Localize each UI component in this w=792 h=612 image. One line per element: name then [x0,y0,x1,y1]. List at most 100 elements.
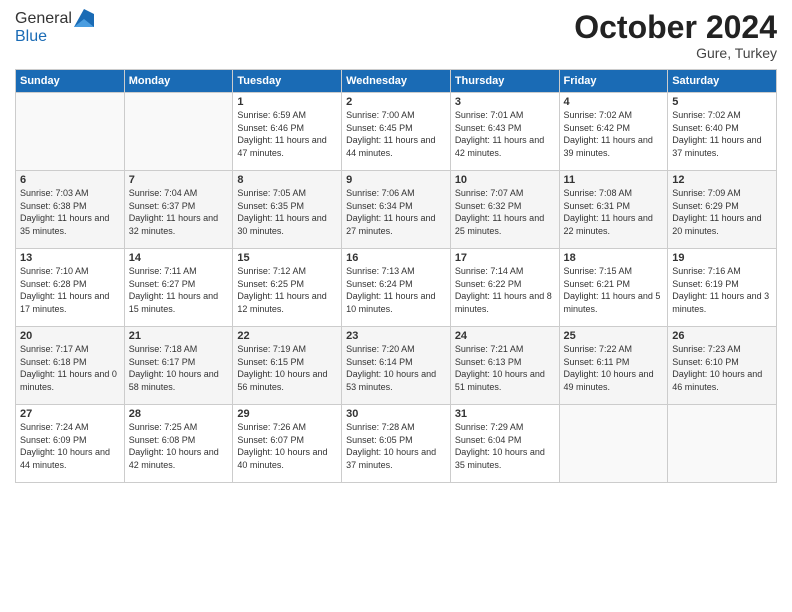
table-row: 5Sunrise: 7:02 AM Sunset: 6:40 PM Daylig… [668,93,777,171]
table-row: 23Sunrise: 7:20 AM Sunset: 6:14 PM Dayli… [342,327,451,405]
month-title: October 2024 [574,10,777,45]
day-number: 14 [129,252,229,264]
day-number: 31 [455,408,555,420]
day-info: Sunrise: 7:01 AM Sunset: 6:43 PM Dayligh… [455,109,555,159]
day-number: 29 [237,408,337,420]
title-area: October 2024 Gure, Turkey [574,10,777,61]
table-row: 4Sunrise: 7:02 AM Sunset: 6:42 PM Daylig… [559,93,668,171]
table-row: 6Sunrise: 7:03 AM Sunset: 6:38 PM Daylig… [16,171,125,249]
logo-general: General [15,10,72,28]
table-row: 10Sunrise: 7:07 AM Sunset: 6:32 PM Dayli… [450,171,559,249]
col-saturday: Saturday [668,70,777,93]
day-number: 25 [564,330,664,342]
table-row: 16Sunrise: 7:13 AM Sunset: 6:24 PM Dayli… [342,249,451,327]
day-info: Sunrise: 7:02 AM Sunset: 6:40 PM Dayligh… [672,109,772,159]
table-row: 1Sunrise: 6:59 AM Sunset: 6:46 PM Daylig… [233,93,342,171]
table-row: 18Sunrise: 7:15 AM Sunset: 6:21 PM Dayli… [559,249,668,327]
table-row: 28Sunrise: 7:25 AM Sunset: 6:08 PM Dayli… [124,405,233,483]
table-row [124,93,233,171]
day-number: 7 [129,174,229,186]
day-number: 20 [20,330,120,342]
day-info: Sunrise: 7:08 AM Sunset: 6:31 PM Dayligh… [564,187,664,237]
day-info: Sunrise: 7:14 AM Sunset: 6:22 PM Dayligh… [455,265,555,315]
day-info: Sunrise: 7:19 AM Sunset: 6:15 PM Dayligh… [237,343,337,393]
table-row: 13Sunrise: 7:10 AM Sunset: 6:28 PM Dayli… [16,249,125,327]
day-number: 28 [129,408,229,420]
table-row: 7Sunrise: 7:04 AM Sunset: 6:37 PM Daylig… [124,171,233,249]
day-number: 17 [455,252,555,264]
day-info: Sunrise: 7:10 AM Sunset: 6:28 PM Dayligh… [20,265,120,315]
location: Gure, Turkey [574,45,777,61]
day-info: Sunrise: 7:28 AM Sunset: 6:05 PM Dayligh… [346,421,446,471]
day-number: 27 [20,408,120,420]
day-info: Sunrise: 7:00 AM Sunset: 6:45 PM Dayligh… [346,109,446,159]
day-info: Sunrise: 7:23 AM Sunset: 6:10 PM Dayligh… [672,343,772,393]
header: General Blue October 2024 Gure, Turkey [15,10,777,61]
day-number: 15 [237,252,337,264]
col-friday: Friday [559,70,668,93]
col-thursday: Thursday [450,70,559,93]
day-info: Sunrise: 7:06 AM Sunset: 6:34 PM Dayligh… [346,187,446,237]
day-info: Sunrise: 7:09 AM Sunset: 6:29 PM Dayligh… [672,187,772,237]
table-row: 11Sunrise: 7:08 AM Sunset: 6:31 PM Dayli… [559,171,668,249]
table-row [668,405,777,483]
day-number: 4 [564,96,664,108]
table-row: 30Sunrise: 7:28 AM Sunset: 6:05 PM Dayli… [342,405,451,483]
day-info: Sunrise: 7:25 AM Sunset: 6:08 PM Dayligh… [129,421,229,471]
logo-icon [74,9,94,27]
table-row: 14Sunrise: 7:11 AM Sunset: 6:27 PM Dayli… [124,249,233,327]
table-row: 22Sunrise: 7:19 AM Sunset: 6:15 PM Dayli… [233,327,342,405]
day-info: Sunrise: 6:59 AM Sunset: 6:46 PM Dayligh… [237,109,337,159]
day-number: 19 [672,252,772,264]
day-info: Sunrise: 7:07 AM Sunset: 6:32 PM Dayligh… [455,187,555,237]
day-info: Sunrise: 7:18 AM Sunset: 6:17 PM Dayligh… [129,343,229,393]
day-number: 22 [237,330,337,342]
logo-blue: Blue [15,28,94,46]
table-row: 20Sunrise: 7:17 AM Sunset: 6:18 PM Dayli… [16,327,125,405]
day-number: 12 [672,174,772,186]
day-info: Sunrise: 7:29 AM Sunset: 6:04 PM Dayligh… [455,421,555,471]
day-info: Sunrise: 7:24 AM Sunset: 6:09 PM Dayligh… [20,421,120,471]
day-info: Sunrise: 7:20 AM Sunset: 6:14 PM Dayligh… [346,343,446,393]
day-info: Sunrise: 7:22 AM Sunset: 6:11 PM Dayligh… [564,343,664,393]
day-info: Sunrise: 7:21 AM Sunset: 6:13 PM Dayligh… [455,343,555,393]
page: General Blue October 2024 Gure, Turkey S… [0,0,792,612]
table-row: 9Sunrise: 7:06 AM Sunset: 6:34 PM Daylig… [342,171,451,249]
table-row: 24Sunrise: 7:21 AM Sunset: 6:13 PM Dayli… [450,327,559,405]
day-number: 10 [455,174,555,186]
day-info: Sunrise: 7:15 AM Sunset: 6:21 PM Dayligh… [564,265,664,315]
day-number: 30 [346,408,446,420]
day-number: 16 [346,252,446,264]
table-row [559,405,668,483]
day-info: Sunrise: 7:02 AM Sunset: 6:42 PM Dayligh… [564,109,664,159]
table-row: 27Sunrise: 7:24 AM Sunset: 6:09 PM Dayli… [16,405,125,483]
day-info: Sunrise: 7:04 AM Sunset: 6:37 PM Dayligh… [129,187,229,237]
day-number: 3 [455,96,555,108]
col-wednesday: Wednesday [342,70,451,93]
calendar: Sunday Monday Tuesday Wednesday Thursday… [15,69,777,483]
day-number: 5 [672,96,772,108]
table-row: 26Sunrise: 7:23 AM Sunset: 6:10 PM Dayli… [668,327,777,405]
day-number: 11 [564,174,664,186]
day-number: 2 [346,96,446,108]
header-row: Sunday Monday Tuesday Wednesday Thursday… [16,70,777,93]
day-number: 9 [346,174,446,186]
day-info: Sunrise: 7:17 AM Sunset: 6:18 PM Dayligh… [20,343,120,393]
table-row: 8Sunrise: 7:05 AM Sunset: 6:35 PM Daylig… [233,171,342,249]
table-row: 2Sunrise: 7:00 AM Sunset: 6:45 PM Daylig… [342,93,451,171]
table-row: 17Sunrise: 7:14 AM Sunset: 6:22 PM Dayli… [450,249,559,327]
day-number: 6 [20,174,120,186]
table-row: 19Sunrise: 7:16 AM Sunset: 6:19 PM Dayli… [668,249,777,327]
day-info: Sunrise: 7:11 AM Sunset: 6:27 PM Dayligh… [129,265,229,315]
table-row: 3Sunrise: 7:01 AM Sunset: 6:43 PM Daylig… [450,93,559,171]
table-row: 15Sunrise: 7:12 AM Sunset: 6:25 PM Dayli… [233,249,342,327]
table-row: 25Sunrise: 7:22 AM Sunset: 6:11 PM Dayli… [559,327,668,405]
day-info: Sunrise: 7:05 AM Sunset: 6:35 PM Dayligh… [237,187,337,237]
day-info: Sunrise: 7:13 AM Sunset: 6:24 PM Dayligh… [346,265,446,315]
day-info: Sunrise: 7:03 AM Sunset: 6:38 PM Dayligh… [20,187,120,237]
day-info: Sunrise: 7:26 AM Sunset: 6:07 PM Dayligh… [237,421,337,471]
table-row: 31Sunrise: 7:29 AM Sunset: 6:04 PM Dayli… [450,405,559,483]
col-tuesday: Tuesday [233,70,342,93]
logo: General Blue [15,10,94,46]
day-number: 1 [237,96,337,108]
